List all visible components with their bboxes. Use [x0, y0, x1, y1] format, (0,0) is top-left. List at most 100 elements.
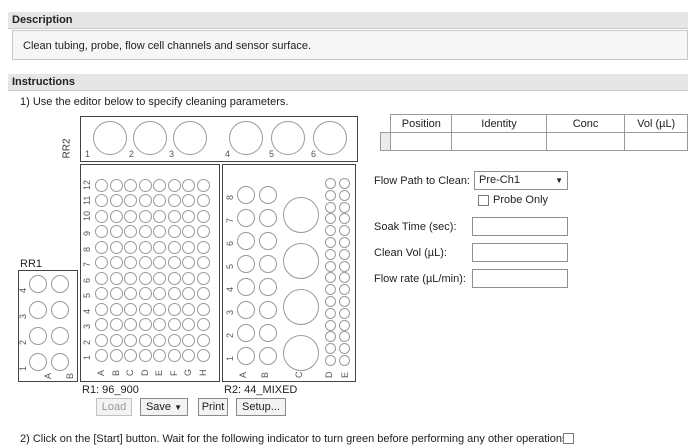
r1-well[interactable] [153, 256, 166, 269]
r1-well[interactable] [109, 271, 123, 285]
r1-well[interactable] [109, 225, 123, 238]
r1-well[interactable] [95, 225, 108, 238]
r1-well[interactable] [138, 178, 152, 192]
r2-well[interactable] [259, 209, 277, 227]
rr1-well[interactable] [29, 275, 47, 293]
r1-well[interactable] [167, 287, 181, 300]
r2-well[interactable] [259, 301, 277, 319]
r1-well[interactable] [109, 349, 123, 362]
flow-rate-input[interactable] [472, 269, 568, 288]
r1-well[interactable] [153, 209, 166, 223]
r1-well[interactable] [124, 333, 137, 347]
r1-well[interactable] [196, 225, 210, 238]
r2-small-well[interactable] [325, 178, 336, 189]
r2-small-well[interactable] [325, 319, 336, 331]
r2-small-well[interactable] [339, 331, 350, 343]
r1-well[interactable] [196, 302, 210, 316]
r1-well[interactable] [109, 240, 123, 254]
r2-well[interactable] [259, 186, 277, 204]
table-cell[interactable] [390, 132, 453, 151]
r1-well[interactable] [196, 178, 210, 192]
table-cell[interactable] [451, 132, 547, 151]
table-cell[interactable] [624, 132, 688, 151]
r1-well[interactable] [196, 349, 210, 362]
r1-well[interactable] [153, 194, 166, 207]
r2-small-well[interactable] [339, 319, 350, 331]
r1-well[interactable] [124, 287, 137, 300]
r1-well[interactable] [95, 194, 108, 207]
r2-small-well[interactable] [339, 225, 350, 237]
r1-well[interactable] [124, 271, 137, 285]
r1-well[interactable] [109, 287, 123, 300]
r1-well[interactable] [182, 209, 195, 223]
row-header-cell[interactable] [379, 132, 392, 151]
r1-well[interactable] [182, 302, 195, 316]
r1-well[interactable] [138, 240, 152, 254]
r1-well[interactable] [109, 318, 123, 331]
r1-well[interactable] [167, 318, 181, 331]
r2-small-well[interactable] [339, 307, 350, 319]
r1-well[interactable] [95, 302, 108, 316]
r1-well[interactable] [124, 209, 137, 223]
r2-large-well[interactable] [283, 197, 319, 233]
clean-vol-input[interactable] [472, 243, 568, 262]
r1-well[interactable] [153, 302, 166, 316]
r2-small-well[interactable] [325, 237, 336, 248]
r2-small-well[interactable] [339, 178, 350, 189]
r1-well[interactable] [95, 209, 108, 223]
r1-well[interactable] [182, 318, 195, 331]
r1-well[interactable] [167, 178, 181, 192]
load-button[interactable]: Load [96, 398, 132, 416]
r1-well[interactable] [95, 318, 108, 331]
r1-well[interactable] [182, 271, 195, 285]
r1-well[interactable] [153, 318, 166, 331]
r2-small-well[interactable] [339, 213, 350, 225]
r1-well[interactable] [109, 194, 123, 207]
r2-small-well[interactable] [325, 189, 336, 201]
r1-well[interactable] [182, 178, 195, 192]
rr2-well[interactable] [313, 121, 347, 155]
r1-well[interactable] [138, 256, 152, 269]
r2-small-well[interactable] [325, 331, 336, 343]
r1-well[interactable] [138, 349, 152, 362]
r2-small-well[interactable] [339, 189, 350, 201]
r1-well[interactable] [196, 271, 210, 285]
r2-small-well[interactable] [339, 201, 350, 213]
r1-well[interactable] [138, 318, 152, 331]
r1-well[interactable] [167, 349, 181, 362]
r1-well[interactable] [95, 271, 108, 285]
rr2-well[interactable] [271, 121, 305, 155]
r1-well[interactable] [109, 209, 123, 223]
r1-well[interactable] [95, 333, 108, 347]
r1-well[interactable] [124, 225, 137, 238]
r1-well[interactable] [138, 209, 152, 223]
r2-small-well[interactable] [339, 260, 350, 272]
r1-well[interactable] [95, 178, 108, 192]
rr2-well[interactable] [93, 121, 127, 155]
r2-small-well[interactable] [325, 272, 336, 284]
r1-well[interactable] [138, 271, 152, 285]
r1-well[interactable] [138, 302, 152, 316]
r2-well[interactable] [259, 232, 277, 250]
r1-well[interactable] [124, 349, 137, 362]
r1-well[interactable] [196, 318, 210, 331]
r1-well[interactable] [182, 240, 195, 254]
r1-well[interactable] [124, 318, 137, 331]
r1-well[interactable] [182, 287, 195, 300]
r2-small-well[interactable] [339, 237, 350, 248]
rr1-well[interactable] [51, 301, 69, 319]
r1-well[interactable] [109, 333, 123, 347]
r1-well[interactable] [182, 333, 195, 347]
r1-well[interactable] [95, 349, 108, 362]
rr2-well[interactable] [173, 121, 207, 155]
r2-small-well[interactable] [325, 201, 336, 213]
r2-well[interactable] [237, 278, 255, 296]
r1-well[interactable] [167, 225, 181, 238]
r2-small-well[interactable] [325, 343, 336, 355]
r1-well[interactable] [95, 240, 108, 254]
r1-well[interactable] [138, 225, 152, 238]
r2-well[interactable] [259, 324, 277, 342]
r1-well[interactable] [124, 240, 137, 254]
r2-small-well[interactable] [339, 296, 350, 307]
r1-well[interactable] [153, 349, 166, 362]
